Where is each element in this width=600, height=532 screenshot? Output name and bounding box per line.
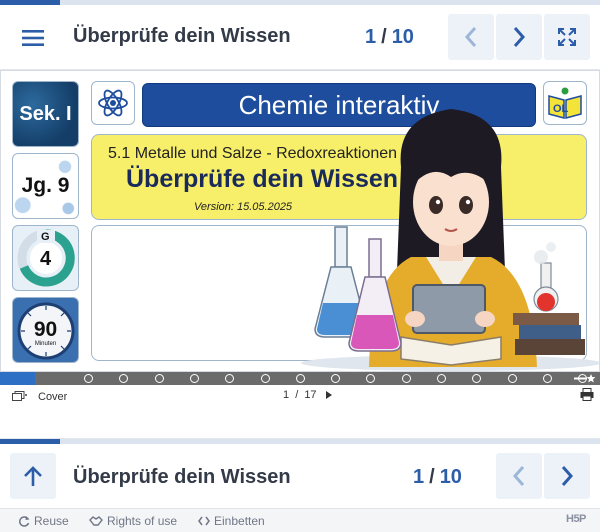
rights-of-use-label: Rights of use: [107, 514, 178, 528]
duration-badge: 90 Minuten: [12, 297, 79, 363]
print-icon: [580, 388, 594, 401]
bottom-navigation-bar: Überprüfe dein Wissen 1/10: [0, 438, 600, 508]
grade-badge-text: Jg. 9: [21, 174, 70, 197]
level-badge-text: Sek. I: [19, 102, 72, 125]
code-icon: [198, 516, 210, 526]
previous-button[interactable]: [448, 14, 494, 60]
slide-progress-dot[interactable]: [189, 374, 199, 383]
difficulty-badge: G 4: [12, 225, 79, 291]
grade-badge: Jg. 9: [12, 153, 79, 219]
slide-progress-dot[interactable]: [84, 374, 93, 383]
chevron-right-icon: [513, 27, 526, 47]
chevron-right-icon: [561, 466, 574, 486]
bottom-section-counter: 1/10: [413, 466, 462, 489]
slide-progress-bar[interactable]: [0, 372, 600, 385]
next-button[interactable]: [496, 14, 542, 60]
level-badge: Sek. I: [12, 81, 79, 147]
reuse-label: Reuse: [34, 514, 69, 528]
duration-value: 90: [33, 318, 58, 341]
keyword-star-icon: [574, 374, 596, 383]
chevron-left-icon: [512, 466, 525, 486]
h5p-footer: Reuse Rights of use Einbetten H5P: [0, 508, 600, 532]
section-counter: 1/10: [365, 26, 414, 49]
slide-progress-dot[interactable]: [401, 374, 411, 383]
slide-progress-fill: [0, 372, 36, 385]
slide-progress-dot[interactable]: [260, 374, 270, 383]
bottom-section-total: 10: [439, 466, 462, 488]
slide-progress-dot[interactable]: [437, 374, 446, 383]
section-separator: /: [381, 26, 387, 48]
section-progress-fill: [0, 0, 60, 5]
page-total: 17: [304, 389, 317, 401]
slide-progress-dot[interactable]: [331, 374, 341, 383]
section-progress-track: [0, 0, 600, 5]
h5p-logo[interactable]: H5P: [566, 513, 586, 525]
top-navigation-bar: Überprüfe dein Wissen 1/10: [0, 0, 600, 70]
slide-progress-dot[interactable]: [154, 374, 164, 383]
slide-progress-dot[interactable]: [507, 374, 517, 383]
student-illustration: [301, 109, 599, 371]
progress-end-marker: [574, 372, 596, 385]
slide-progress-dot[interactable]: [295, 374, 305, 383]
slide-progress-dot[interactable]: [119, 374, 129, 383]
atom-logo: [91, 81, 135, 125]
copyright-handshake-icon: [89, 516, 103, 526]
bottom-next-button[interactable]: [544, 453, 590, 499]
page-title: Überprüfe dein Wissen: [73, 25, 291, 47]
arrow-up-icon: [24, 466, 42, 486]
duration-unit: Minuten: [34, 341, 57, 347]
page-current: 1: [283, 389, 290, 401]
slide-progress-dot[interactable]: [366, 374, 376, 383]
rights-of-use-button[interactable]: Rights of use: [89, 514, 177, 528]
bottom-page-title: Überprüfe dein Wissen: [73, 466, 291, 488]
print-button[interactable]: [580, 388, 594, 404]
difficulty-letter: G: [41, 231, 50, 243]
hamburger-icon: [22, 30, 44, 46]
atom-icon: [98, 89, 128, 117]
bottom-section-current: 1: [413, 466, 425, 488]
slide-progress-dot[interactable]: [472, 374, 482, 383]
fullscreen-icon: [558, 28, 576, 46]
slide-canvas: Sek. I Jg. 9 G 4 90 Minuten Chemie inter…: [0, 70, 600, 372]
fullscreen-button[interactable]: [544, 14, 590, 60]
next-slide-icon[interactable]: [325, 391, 332, 400]
page-indicator: 1 / 17: [283, 389, 332, 401]
version-label: Version: 15.05.2025: [194, 201, 293, 213]
slide-pager: Cover 1 / 17: [0, 386, 600, 408]
embed-label: Einbetten: [214, 514, 265, 528]
bottom-previous-button[interactable]: [496, 453, 542, 499]
cover-label[interactable]: Cover: [38, 391, 67, 403]
section-total: 10: [391, 26, 414, 48]
reuse-button[interactable]: Reuse: [18, 514, 69, 528]
slides-stack-icon: [12, 391, 27, 401]
slide-progress-dot[interactable]: [225, 374, 235, 383]
difficulty-value: 4: [39, 248, 52, 270]
bottom-section-separator: /: [429, 466, 435, 488]
chevron-left-icon: [464, 27, 477, 47]
scroll-to-top-button[interactable]: [10, 453, 56, 499]
bottom-progress-track: [0, 439, 600, 444]
embed-button[interactable]: Einbetten: [198, 514, 265, 528]
reuse-icon: [19, 516, 30, 527]
slides-menu-button[interactable]: [12, 391, 28, 405]
bottom-progress-fill: [0, 439, 60, 444]
slide-progress-dot[interactable]: [542, 374, 552, 383]
page-separator: /: [295, 389, 299, 401]
menu-button[interactable]: [18, 26, 48, 50]
section-current: 1: [365, 26, 377, 48]
